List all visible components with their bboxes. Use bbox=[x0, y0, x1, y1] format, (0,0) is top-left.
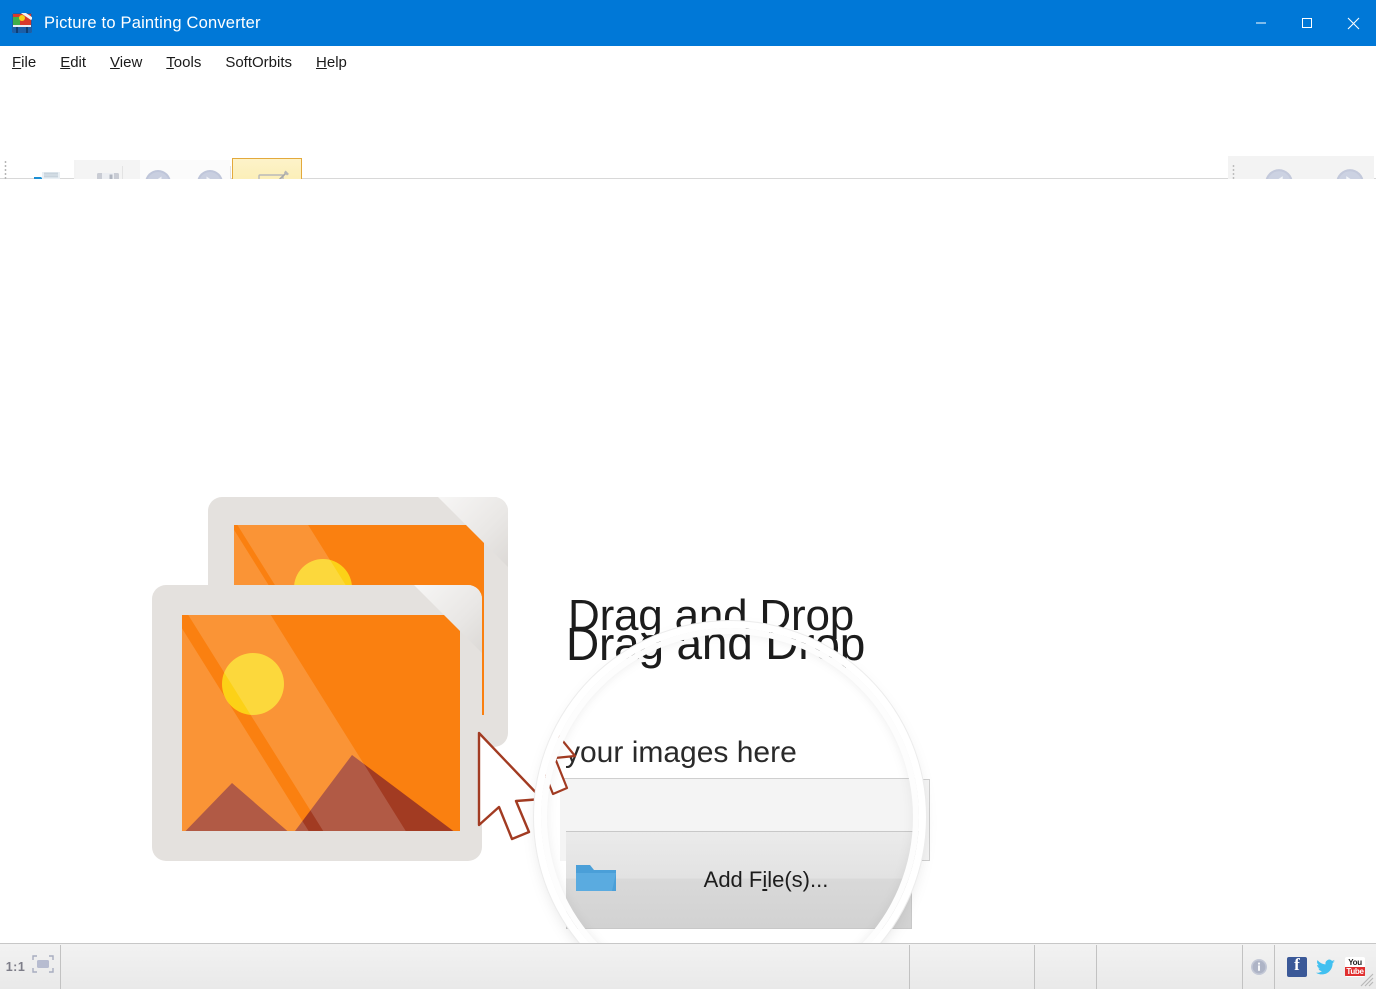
loupe-content: Drag and Drop your images here Add File(… bbox=[541, 628, 919, 943]
status-bar: 1:1 You Tube bbox=[0, 943, 1376, 989]
loupe-headline: Drag and Drop bbox=[565, 628, 864, 670]
maximize-button[interactable] bbox=[1284, 0, 1330, 46]
open-folder-icon bbox=[574, 861, 618, 900]
menu-file-rest: ile bbox=[21, 54, 36, 71]
info-button[interactable] bbox=[1243, 945, 1275, 989]
loupe-subline: your images here bbox=[565, 736, 797, 770]
menu-item-tools[interactable]: Tools bbox=[155, 50, 212, 75]
stacked-photos-illustration bbox=[152, 497, 542, 869]
loupe-cursor-arrow-icon bbox=[541, 688, 579, 808]
magnifier-loupe: Drag and Drop your images here Add File(… bbox=[541, 628, 919, 943]
twitter-icon[interactable] bbox=[1316, 957, 1336, 977]
menu-item-help[interactable]: Help bbox=[305, 50, 358, 75]
menu-item-softorbits[interactable]: SoftOrbits bbox=[214, 50, 303, 75]
zoom-ratio-label: 1:1 bbox=[6, 960, 26, 974]
status-message-cell bbox=[61, 945, 910, 989]
photo-front-image bbox=[182, 615, 460, 831]
loupe-add-files-label: Add File(s)... bbox=[618, 867, 919, 893]
minimize-icon bbox=[1255, 17, 1267, 29]
maximize-icon bbox=[1301, 17, 1313, 29]
close-button[interactable] bbox=[1330, 0, 1376, 46]
facebook-icon[interactable] bbox=[1287, 957, 1307, 977]
fit-to-window-icon[interactable] bbox=[32, 955, 54, 978]
window-controls bbox=[1238, 0, 1376, 46]
title-bar[interactable]: Picture to Painting Converter bbox=[0, 0, 1376, 46]
painting-easel-icon[interactable] bbox=[12, 13, 32, 33]
minimize-button[interactable] bbox=[1238, 0, 1284, 46]
toolbar: AddFile(s)... Saveas... bbox=[0, 78, 1376, 179]
status-cell-2 bbox=[910, 945, 1035, 989]
zoom-indicator[interactable]: 1:1 bbox=[0, 945, 61, 989]
drop-canvas[interactable]: Drag and Drop Drag and Drop your images … bbox=[0, 179, 1376, 943]
youtube-top-label: You bbox=[1345, 958, 1365, 967]
menu-item-edit[interactable]: Edit bbox=[49, 50, 97, 75]
window-title: Picture to Painting Converter bbox=[44, 14, 261, 33]
loupe-add-files-button[interactable]: Add File(s)... bbox=[566, 831, 919, 929]
status-cell-4 bbox=[1097, 945, 1243, 989]
info-icon bbox=[1250, 958, 1268, 976]
menu-bar: File Edit View Tools SoftOrbits Help bbox=[0, 46, 1376, 78]
close-icon bbox=[1347, 17, 1360, 30]
resize-grip-icon[interactable] bbox=[1360, 973, 1374, 987]
status-cell-3 bbox=[1035, 945, 1097, 989]
menu-item-view[interactable]: View bbox=[99, 50, 153, 75]
menu-item-file[interactable]: File bbox=[1, 50, 47, 75]
